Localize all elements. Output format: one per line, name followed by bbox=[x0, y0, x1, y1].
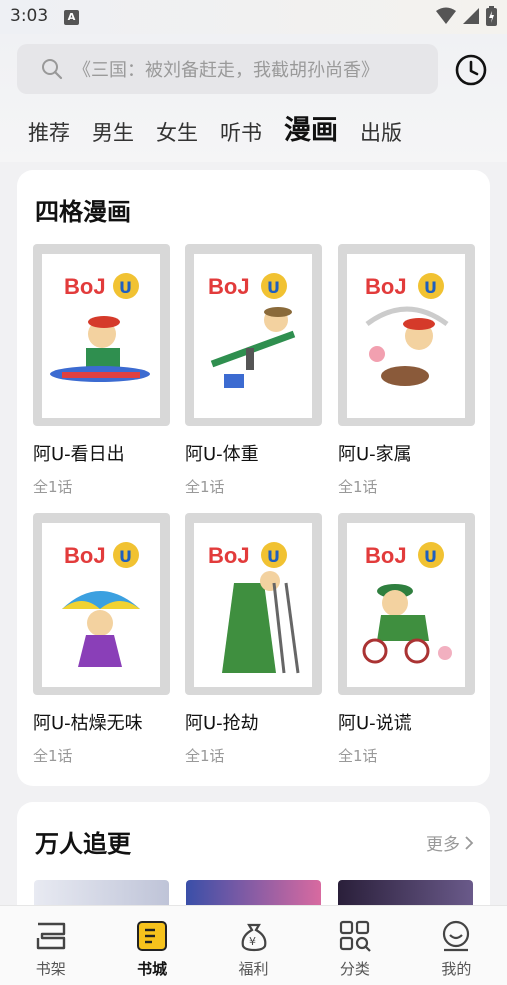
more-label: 更多 bbox=[426, 835, 460, 855]
header: 《三国：被刘备赶走，我截胡孙尚香》 推荐 男生 女生 听书 漫画 出版 bbox=[0, 34, 507, 162]
category-icon bbox=[339, 920, 371, 952]
nav-label: 书架 bbox=[35, 960, 66, 978]
nav-label: 我的 bbox=[441, 960, 472, 978]
comic-item[interactable]: BoJ U 阿U-看日出 全1话 bbox=[33, 244, 170, 497]
svg-text:BoJ: BoJ bbox=[64, 543, 106, 568]
more-link[interactable]: 更多 bbox=[426, 830, 474, 855]
svg-text:U: U bbox=[424, 278, 437, 297]
search-placeholder: 《三国：被刘备赶走，我截胡孙尚香》 bbox=[73, 60, 379, 81]
comic-cover: BoJ U bbox=[338, 513, 475, 695]
notification-icon: A bbox=[64, 10, 79, 25]
comic-cover: BoJ U bbox=[33, 513, 170, 695]
nav-category[interactable]: 分类 bbox=[304, 906, 405, 985]
status-bar: 3:03 A bbox=[0, 0, 507, 34]
wifi-icon bbox=[436, 7, 456, 24]
four-panel-comics-section: 四格漫画 BoJ U 阿U-看日出 全1话 BoJ U 阿U-体重 全1话 BoJ U… bbox=[17, 170, 490, 786]
comic-title: 阿U-体重 bbox=[185, 444, 259, 465]
svg-text:U: U bbox=[424, 547, 437, 566]
trending-section: 万人追更 更多 bbox=[17, 802, 490, 922]
nav-welfare[interactable]: ¥ 福利 bbox=[203, 906, 304, 985]
tab-publish[interactable]: 出版 bbox=[360, 117, 402, 147]
comic-cover: BoJ U bbox=[185, 513, 322, 695]
bottom-nav: 书架 书城 ¥ 福利 分类 我的 bbox=[0, 905, 507, 985]
comic-title: 阿U-看日出 bbox=[33, 444, 125, 465]
signal-icon bbox=[463, 8, 479, 24]
comic-title: 阿U-家属 bbox=[338, 444, 412, 465]
nav-label: 福利 bbox=[238, 960, 269, 978]
tab-male[interactable]: 男生 bbox=[92, 117, 134, 147]
svg-text:BoJ: BoJ bbox=[208, 274, 250, 299]
nav-profile[interactable]: 我的 bbox=[406, 906, 507, 985]
comic-item[interactable]: BoJ U 阿U-体重 全1话 bbox=[185, 244, 322, 497]
comic-chapter-count: 全1话 bbox=[338, 478, 378, 496]
battery-icon bbox=[486, 6, 497, 26]
comic-item[interactable]: BoJ U 阿U-枯燥无味 全1话 bbox=[33, 513, 170, 766]
comic-item[interactable]: BoJ U 阿U-家属 全1话 bbox=[338, 244, 475, 497]
status-time: 3:03 bbox=[10, 6, 49, 26]
bookshelf-icon bbox=[36, 922, 65, 950]
tab-comics[interactable]: 漫画 bbox=[284, 108, 338, 147]
section-title: 万人追更 bbox=[35, 830, 131, 858]
nav-label: 分类 bbox=[339, 960, 370, 978]
svg-text:U: U bbox=[119, 547, 132, 566]
status-icons bbox=[436, 6, 497, 26]
category-tabs: 推荐 男生 女生 听书 漫画 出版 bbox=[28, 108, 424, 147]
svg-text:BoJ: BoJ bbox=[365, 543, 407, 568]
chevron-right-icon bbox=[465, 835, 474, 850]
comic-cover: BoJ U bbox=[338, 244, 475, 426]
comic-cover: BoJ U bbox=[185, 244, 322, 426]
comic-chapter-count: 全1话 bbox=[33, 747, 73, 765]
tab-recommend[interactable]: 推荐 bbox=[28, 117, 70, 147]
comic-chapter-count: 全1话 bbox=[338, 747, 378, 765]
tab-female[interactable]: 女生 bbox=[156, 117, 198, 147]
bookstore-icon bbox=[137, 921, 168, 951]
section-title: 四格漫画 bbox=[35, 198, 131, 226]
comic-title: 阿U-抢劫 bbox=[185, 713, 259, 734]
comic-chapter-count: 全1话 bbox=[185, 747, 225, 765]
smiley-profile-icon bbox=[443, 920, 470, 952]
history-clock-icon[interactable] bbox=[454, 53, 488, 87]
svg-text:U: U bbox=[267, 278, 280, 297]
search-icon bbox=[42, 59, 63, 80]
svg-text:BoJ: BoJ bbox=[208, 543, 250, 568]
comic-title: 阿U-说谎 bbox=[338, 713, 412, 734]
nav-label: 书城 bbox=[137, 960, 168, 978]
comic-cover: BoJ U bbox=[33, 244, 170, 426]
comic-title: 阿U-枯燥无味 bbox=[33, 713, 143, 734]
svg-text:BoJ: BoJ bbox=[64, 274, 106, 299]
comic-item[interactable]: BoJ U 阿U-说谎 全1话 bbox=[338, 513, 475, 766]
nav-bookstore[interactable]: 书城 bbox=[101, 906, 202, 985]
comic-item[interactable]: BoJ U 阿U-抢劫 全1话 bbox=[185, 513, 322, 766]
tab-audiobook[interactable]: 听书 bbox=[220, 117, 262, 147]
money-bag-icon: ¥ bbox=[241, 923, 266, 952]
svg-text:BoJ: BoJ bbox=[365, 274, 407, 299]
comic-chapter-count: 全1话 bbox=[33, 478, 73, 496]
nav-bookshelf[interactable]: 书架 bbox=[0, 906, 101, 985]
svg-text:U: U bbox=[119, 278, 132, 297]
svg-text:¥: ¥ bbox=[249, 935, 256, 948]
comic-chapter-count: 全1话 bbox=[185, 478, 225, 496]
svg-text:U: U bbox=[267, 547, 280, 566]
search-input[interactable]: 《三国：被刘备赶走，我截胡孙尚香》 bbox=[17, 44, 438, 94]
